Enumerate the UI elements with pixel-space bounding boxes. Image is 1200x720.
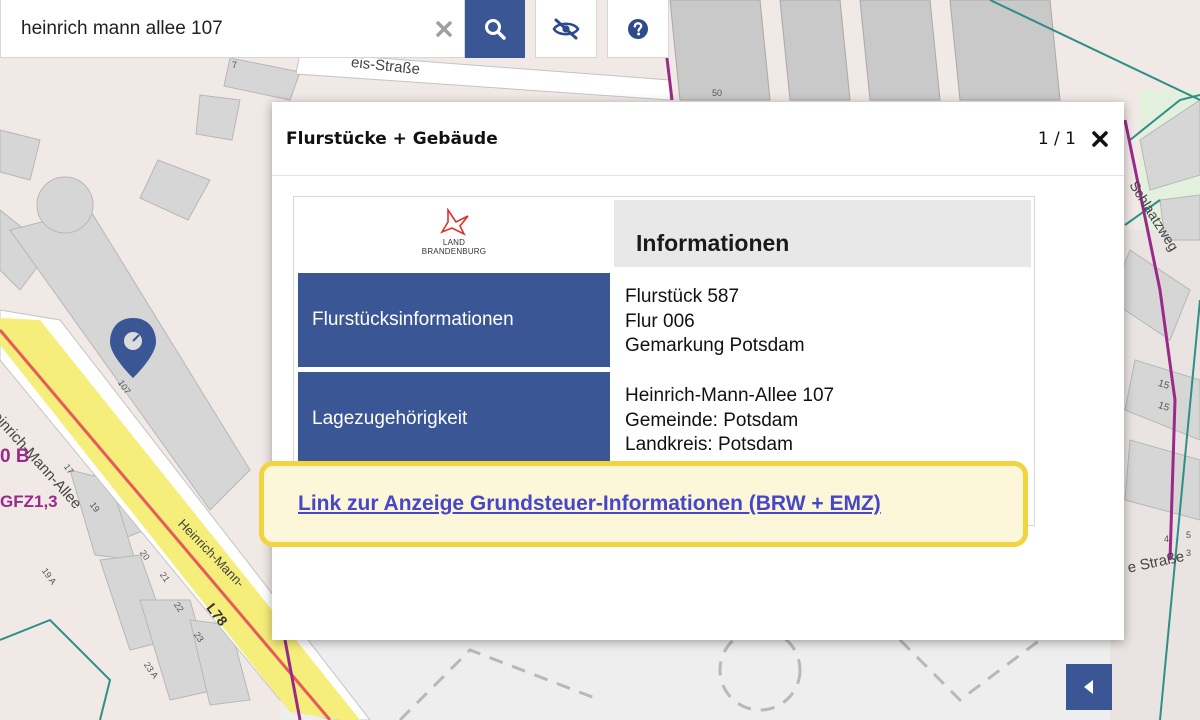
value-line: Gemeinde: Potsdam — [625, 409, 799, 431]
help-button[interactable] — [607, 0, 669, 58]
question-circle-icon — [628, 18, 648, 39]
info-heading: Informationen — [636, 230, 790, 256]
logo-text-line1: LAND — [442, 238, 466, 247]
value-line: Heinrich-Mann-Allee 107 — [625, 385, 835, 406]
value-line: Landkreis: Potsdam — [625, 434, 793, 455]
toggle-visibility-button[interactable] — [535, 0, 597, 58]
caret-left-icon — [1084, 680, 1093, 694]
feature-info-popup: Flurstücke + Gebäude 1 / 1 LAND BRANDENB… — [272, 102, 1124, 640]
info-heading-cell: Informationen — [614, 200, 1031, 267]
search-icon — [485, 19, 506, 40]
eye-slash-icon — [552, 18, 580, 39]
row-label-lage: Lagezugehörigkeit — [298, 372, 610, 466]
brandenburg-logo: LAND BRANDENBURG — [297, 200, 611, 264]
house-number: 4 — [1164, 534, 1170, 544]
collapse-panel-button[interactable] — [1066, 664, 1112, 710]
value-line: Gemarkung Potsdam — [625, 335, 805, 356]
close-icon — [436, 20, 452, 37]
search-input[interactable] — [1, 0, 424, 57]
popup-counter: 1 / 1 — [1037, 128, 1076, 149]
close-popup-button[interactable] — [1090, 129, 1110, 149]
clear-search-button[interactable] — [424, 0, 464, 58]
house-number: 50 — [712, 88, 723, 98]
row-value-lage: Heinrich-Mann-Allee 107 Gemeinde: Potsda… — [625, 384, 834, 458]
search-box — [0, 0, 465, 58]
search-toolbar — [0, 0, 669, 58]
eagle-logo-icon — [440, 208, 469, 236]
value-line: Flur 006 — [625, 310, 695, 332]
link-highlight-box: Link zur Anzeige Grundsteuer-Information… — [259, 461, 1028, 547]
row-label-flurstueck: Flurstücksinformationen — [298, 273, 610, 367]
zone-label-b: 0 B — [0, 446, 30, 467]
popup-title: Flurstücke + Gebäude — [286, 128, 498, 149]
row-value-flurstueck: Flurstück 587 Flur 006 Gemarkung Potsdam — [625, 285, 805, 359]
zone-label-gfz: GFZ1,3 — [0, 492, 58, 511]
close-icon — [1092, 130, 1108, 147]
house-number: 7 — [232, 60, 238, 70]
grundsteuer-info-link[interactable]: Link zur Anzeige Grundsteuer-Information… — [298, 492, 881, 516]
search-button[interactable] — [465, 0, 525, 58]
popup-header: Flurstücke + Gebäude 1 / 1 — [272, 102, 1124, 176]
house-number: 5 — [1186, 530, 1192, 540]
house-number: 3 — [1186, 548, 1192, 558]
value-line: Flurstück 587 — [625, 286, 740, 307]
logo-text-line2: BRANDENBURG — [421, 247, 487, 256]
